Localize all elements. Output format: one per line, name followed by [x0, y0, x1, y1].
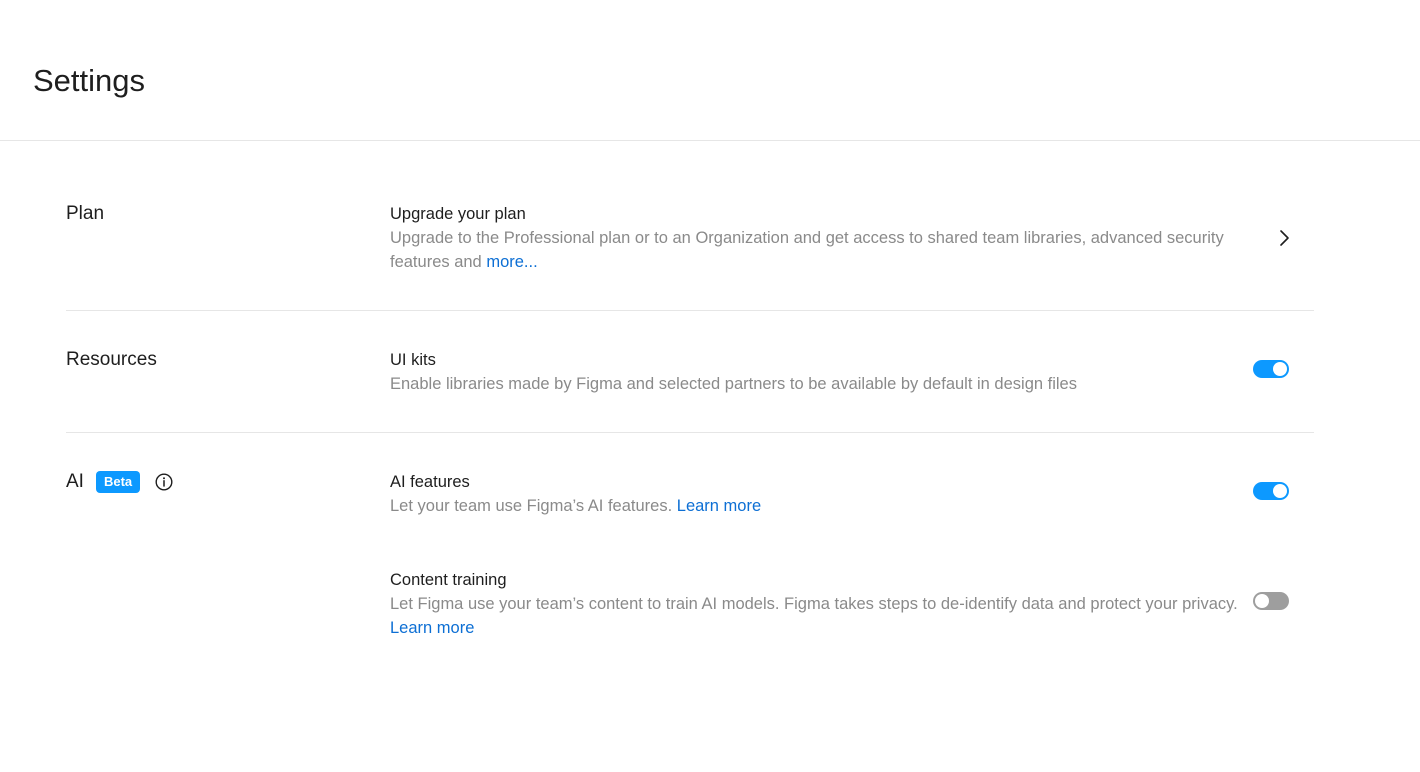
ui-kits-toggle[interactable] — [1253, 360, 1289, 378]
learn-more-link[interactable]: Learn more — [677, 497, 761, 515]
setting-title: Upgrade your plan — [390, 205, 526, 223]
section-title-ai-label: AI — [66, 471, 84, 492]
info-icon[interactable] — [155, 473, 173, 491]
setting-ai-features: AI features Let your team use Figma’s AI… — [390, 470, 1250, 518]
setting-description: Let your team use Figma’s AI features. L… — [390, 494, 1250, 518]
section-title-plan: Plan — [66, 203, 105, 224]
section-resources: Resources UI kits Enable libraries made … — [66, 311, 1314, 433]
settings-header: Settings — [0, 0, 1420, 141]
ai-features-toggle[interactable] — [1253, 482, 1289, 500]
toggle-knob — [1273, 484, 1287, 498]
setting-description: Upgrade to the Professional plan or to a… — [390, 226, 1250, 274]
learn-more-link[interactable]: Learn more — [390, 619, 474, 637]
beta-badge: Beta — [95, 471, 141, 493]
section-ai: AI Beta AI features Let your team use Fi… — [66, 433, 1314, 673]
setting-title: AI features — [390, 473, 470, 491]
chevron-right-icon[interactable] — [1274, 228, 1294, 248]
toggle-knob — [1255, 594, 1269, 608]
setting-content-training: Content training Let Figma use your team… — [390, 568, 1250, 640]
setting-description-text: Let your team use Figma’s AI features. — [390, 497, 677, 515]
setting-upgrade-plan[interactable]: Upgrade your plan Upgrade to the Profess… — [390, 202, 1250, 274]
section-title-resources: Resources — [66, 349, 157, 370]
settings-content: Plan Upgrade your plan Upgrade to the Pr… — [66, 142, 1314, 673]
setting-description: Let Figma use your team’s content to tra… — [390, 592, 1250, 640]
setting-title: UI kits — [390, 351, 436, 369]
setting-description: Enable libraries made by Figma and selec… — [390, 375, 1077, 393]
more-link[interactable]: more... — [486, 253, 537, 271]
page-title: Settings — [33, 63, 146, 98]
toggle-knob — [1273, 362, 1287, 376]
section-title-ai: AI Beta — [66, 470, 173, 494]
setting-title: Content training — [390, 571, 507, 589]
setting-ui-kits: UI kits Enable libraries made by Figma a… — [390, 348, 1250, 396]
content-training-toggle[interactable] — [1253, 592, 1289, 610]
section-plan: Plan Upgrade your plan Upgrade to the Pr… — [66, 142, 1314, 311]
setting-description-text: Let Figma use your team’s content to tra… — [390, 595, 1238, 613]
